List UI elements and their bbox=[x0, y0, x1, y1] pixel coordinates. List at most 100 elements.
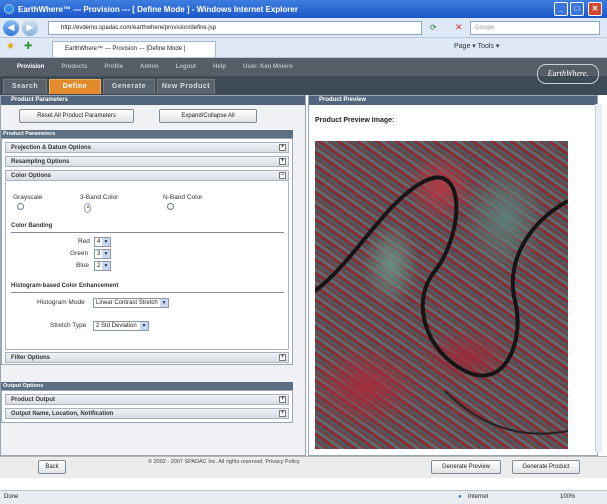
section-label: Filter Options bbox=[11, 355, 50, 361]
section-output-name[interactable]: Output Name, Location, Notification + bbox=[5, 408, 289, 419]
tab-generate[interactable]: Generate bbox=[103, 79, 155, 94]
favorites-star-icon[interactable]: ★ bbox=[6, 41, 15, 52]
status-bar: Done ● Internet 100% bbox=[0, 490, 607, 504]
close-icon[interactable]: ✕ bbox=[588, 2, 602, 16]
n-band-label: N-Band Color bbox=[163, 194, 203, 201]
stretch-type-select[interactable]: 2 Std Deviation ▼ bbox=[93, 321, 149, 331]
color-banding-title: Color Banding bbox=[11, 223, 53, 229]
window-title-bar: EarthWhere™ --- Provision --- [ Define M… bbox=[0, 0, 607, 18]
product-parameters-panel: Product Parameters Reset All Product Par… bbox=[0, 95, 306, 456]
product-preview-panel: Product Preview Product Preview Image: bbox=[308, 95, 598, 456]
preview-title: Product Preview Image: bbox=[315, 117, 395, 124]
chevron-down-icon: ▼ bbox=[102, 250, 110, 258]
nav-products[interactable]: Products bbox=[61, 64, 87, 70]
green-band-value: 3 bbox=[97, 251, 101, 257]
expand-icon[interactable]: + bbox=[279, 410, 286, 417]
expand-icon[interactable]: + bbox=[279, 158, 286, 165]
ie-icon bbox=[4, 4, 14, 14]
browser-tab[interactable]: EarthWhere™ --- Provision --- [Define Mo… bbox=[52, 41, 216, 57]
red-band-value: 4 bbox=[97, 239, 101, 245]
chevron-down-icon: ▼ bbox=[102, 238, 110, 246]
panel-header: Product Preview bbox=[309, 96, 597, 105]
group-header-output-options: Output Options bbox=[1, 382, 293, 390]
status-text: Done bbox=[4, 494, 19, 500]
zoom-level[interactable]: 100% bbox=[560, 491, 575, 504]
generate-product-button[interactable]: Generate Product bbox=[512, 460, 580, 474]
three-band-label: 3-Band Color bbox=[80, 194, 119, 201]
blue-band-value: 2 bbox=[97, 263, 101, 269]
section-color-options[interactable]: Color Options − bbox=[5, 170, 289, 181]
section-label: Output Name, Location, Notification bbox=[11, 411, 114, 417]
vertical-scrollbar[interactable] bbox=[595, 104, 602, 452]
histogram-mode-select[interactable]: Linear Contrast Stretch ▼ bbox=[93, 298, 169, 308]
forward-arrow-icon[interactable]: ▶ bbox=[22, 20, 38, 36]
blue-label: Blue bbox=[76, 262, 90, 269]
grayscale-radio[interactable] bbox=[17, 203, 24, 210]
search-input[interactable]: Google bbox=[470, 21, 600, 35]
n-band-radio[interactable] bbox=[167, 203, 174, 210]
divider bbox=[11, 292, 284, 293]
color-options-body: Grayscale 3-Band Color N-Band Color Colo… bbox=[5, 182, 289, 350]
expand-icon[interactable]: + bbox=[279, 144, 286, 151]
histogram-mode-label: Histogram Mode bbox=[37, 299, 85, 306]
globe-icon: ● bbox=[458, 494, 462, 500]
nav-profile[interactable]: Profile bbox=[104, 64, 123, 70]
blue-band-select[interactable]: 2 ▼ bbox=[94, 261, 111, 271]
copyright-text: © 2002 - 2007 SPADAC Inc. All rights res… bbox=[148, 459, 300, 465]
tab-new-product[interactable]: New Product bbox=[157, 79, 215, 94]
output-options-group: Product Output + Output Name, Location, N… bbox=[1, 390, 293, 423]
nav-user: User: Ken Molero bbox=[243, 64, 293, 70]
section-product-output[interactable]: Product Output + bbox=[5, 394, 289, 405]
panel-header: Product Parameters bbox=[1, 96, 305, 105]
tab-search[interactable]: Search bbox=[3, 79, 47, 94]
nav-help[interactable]: Help bbox=[213, 64, 226, 70]
generate-preview-button[interactable]: Generate Preview bbox=[431, 460, 501, 474]
back-arrow-icon[interactable]: ◀ bbox=[3, 20, 19, 36]
stretch-type-value: 2 Std Deviation bbox=[96, 323, 137, 329]
nav-provision[interactable]: Provision bbox=[17, 64, 44, 70]
divider bbox=[11, 232, 284, 233]
earthwhere-logo: EarthWhere. bbox=[537, 64, 599, 84]
nav-logout[interactable]: Logout bbox=[176, 64, 196, 70]
section-label: Projection & Datum Options bbox=[11, 145, 92, 151]
app-tab-bar: Search Define Generate New Product bbox=[0, 76, 607, 95]
expand-icon[interactable]: + bbox=[279, 396, 286, 403]
maximize-icon[interactable]: □ bbox=[570, 2, 584, 16]
red-label: Red bbox=[78, 238, 90, 245]
section-projection-datum[interactable]: Projection & Datum Options + bbox=[5, 142, 289, 153]
section-filter-options[interactable]: Filter Options + bbox=[5, 352, 289, 363]
red-band-select[interactable]: 4 ▼ bbox=[94, 237, 111, 247]
green-label: Green bbox=[70, 250, 89, 257]
panel-header-label: Product Preview bbox=[319, 97, 367, 103]
refresh-icon[interactable]: ⟳ bbox=[430, 23, 437, 32]
tab-define[interactable]: Define bbox=[49, 79, 101, 94]
minimize-icon[interactable]: _ bbox=[554, 2, 568, 16]
section-resampling[interactable]: Resampling Options + bbox=[5, 156, 289, 167]
histogram-mode-value: Linear Contrast Stretch bbox=[96, 300, 158, 306]
command-bar-label: Page ▾ Tools ▾ bbox=[454, 43, 500, 50]
collapse-icon[interactable]: − bbox=[279, 172, 286, 179]
nav-admin[interactable]: Admin bbox=[140, 64, 159, 70]
section-label: Resampling Options bbox=[11, 159, 70, 165]
back-button[interactable]: Back bbox=[38, 460, 66, 474]
address-bar[interactable]: http://evdemo.spadac.com/earthwhere/prov… bbox=[48, 21, 422, 35]
address-toolbar: ◀ ▶ http://evdemo.spadac.com/earthwhere/… bbox=[0, 18, 607, 38]
green-band-select[interactable]: 3 ▼ bbox=[94, 249, 111, 259]
section-label: Color Options bbox=[11, 173, 51, 179]
chevron-down-icon: ▼ bbox=[140, 322, 148, 330]
preview-image bbox=[315, 141, 568, 449]
expand-icon[interactable]: + bbox=[279, 354, 286, 361]
app-nav-bar: Provision Products Profile Admin Logout … bbox=[0, 58, 607, 76]
panel-header-label: Product Parameters bbox=[11, 97, 69, 103]
reset-parameters-button[interactable]: Reset All Product Parameters bbox=[19, 109, 134, 123]
expand-collapse-button[interactable]: Expand/Collapse All bbox=[159, 109, 257, 123]
tab-toolbar: ★ ✚ EarthWhere™ --- Provision --- [Defin… bbox=[0, 38, 607, 58]
command-bar[interactable]: Page ▾ Tools ▾ bbox=[454, 42, 499, 50]
add-favorite-icon[interactable]: ✚ bbox=[24, 41, 32, 52]
zone-text: Internet bbox=[468, 494, 489, 500]
group-header-product-parameters: Product Parameters bbox=[1, 130, 293, 138]
three-band-radio[interactable] bbox=[84, 203, 91, 213]
stop-icon[interactable]: ✕ bbox=[455, 22, 463, 33]
stretch-type-label: Stretch Type bbox=[50, 322, 87, 329]
product-parameters-group: Projection & Datum Options + Resampling O… bbox=[1, 138, 293, 365]
